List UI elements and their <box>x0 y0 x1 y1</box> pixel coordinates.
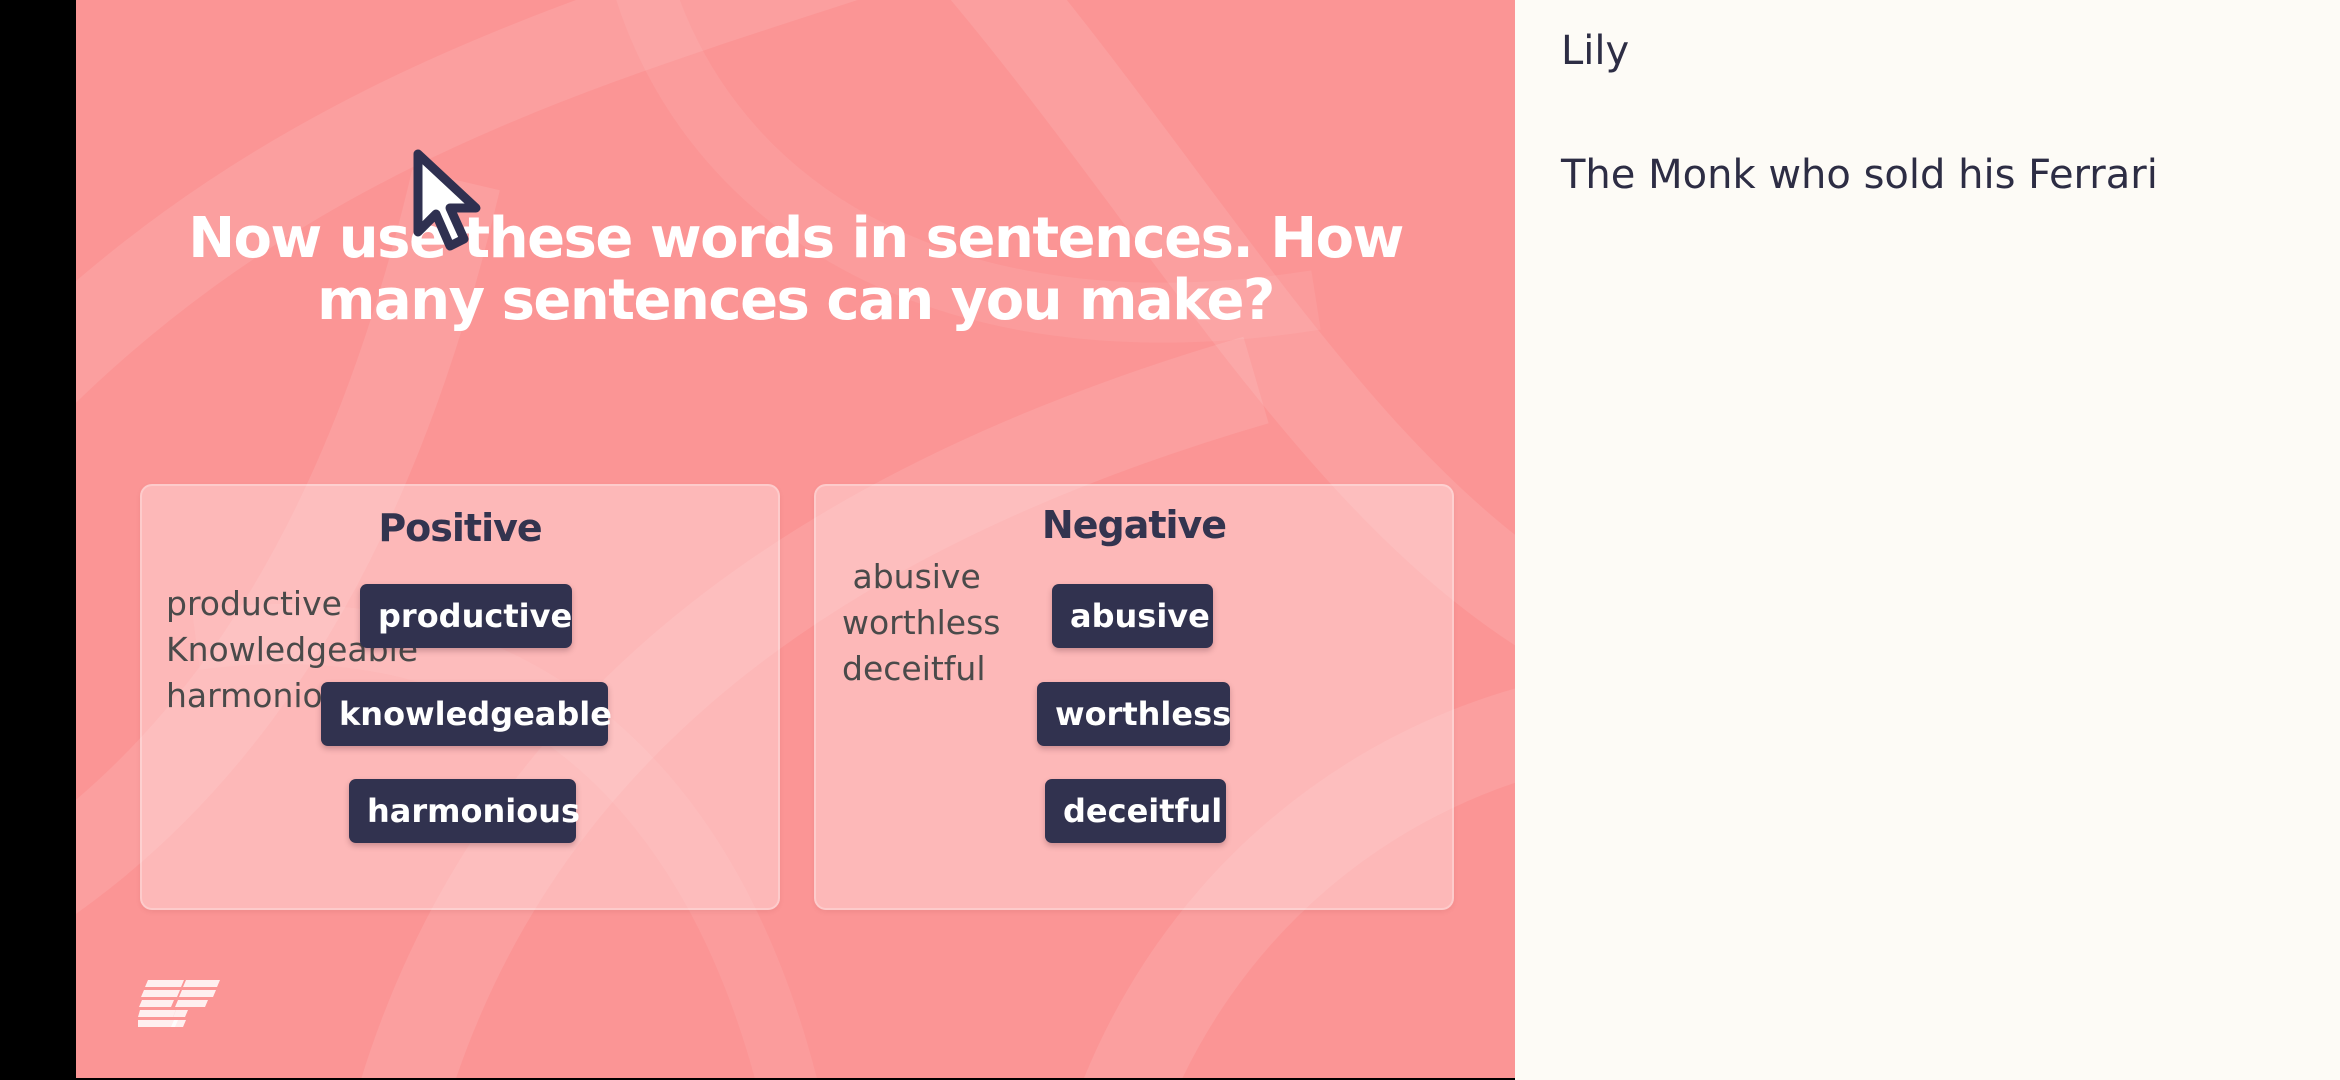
negative-heading: Negative <box>1041 503 1227 547</box>
positive-card: Positive productive Knowledgeable harmon… <box>140 484 780 910</box>
left-edge-bar <box>0 0 76 1080</box>
cursor-arrow-icon <box>413 149 481 251</box>
book-title: The Monk who sold his Ferrari <box>1561 152 2158 198</box>
negative-card: Negative abusive worthless deceitful abu… <box>814 484 1454 910</box>
word-chip-harmonious[interactable]: harmonious <box>349 779 580 843</box>
slide-title: Now use these words in sentences. How ma… <box>188 206 1404 333</box>
ef-logo-text: EF <box>159 989 200 1024</box>
positive-heading: Positive <box>378 506 542 550</box>
word-chip-worthless[interactable]: worthless <box>1037 682 1231 746</box>
lesson-slide: Now use these words in sentences. How ma… <box>76 0 1515 1078</box>
side-panel: Lily The Monk who sold his Ferrari <box>1515 0 2340 1080</box>
word-chip-abusive[interactable]: abusive <box>1052 584 1213 648</box>
word-chip-productive[interactable]: productive <box>360 584 572 648</box>
word-chip-knowledgeable[interactable]: knowledgeable <box>321 682 612 746</box>
ef-logo: EF <box>138 980 220 1027</box>
word-chip-deceitful[interactable]: deceitful <box>1045 779 1226 843</box>
student-name: Lily <box>1561 28 1630 74</box>
negative-handwritten-notes: abusive worthless deceitful <box>842 557 1001 688</box>
